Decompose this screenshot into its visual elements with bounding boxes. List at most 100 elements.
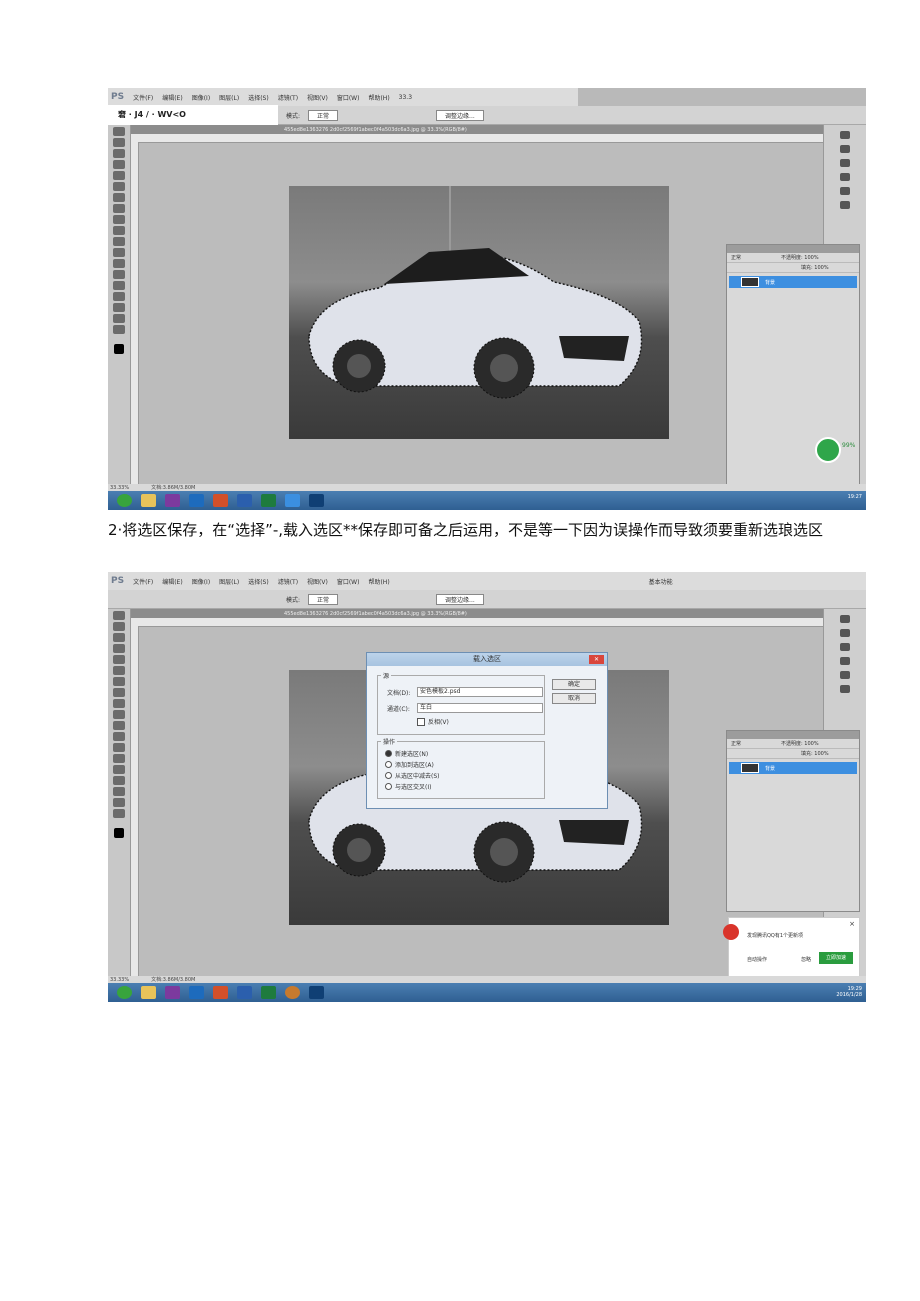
menu-edit[interactable]: 编辑(E) bbox=[162, 93, 182, 102]
menu-edit[interactable]: 编辑(E) bbox=[162, 577, 182, 586]
menu-help[interactable]: 帮助(H) bbox=[368, 93, 389, 102]
menu-image[interactable]: 图像(I) bbox=[192, 93, 210, 102]
menu-window[interactable]: 窗口(W) bbox=[337, 577, 360, 586]
explorer-icon[interactable] bbox=[141, 494, 156, 507]
menu-file[interactable]: 文件(F) bbox=[133, 93, 153, 102]
excel-icon[interactable] bbox=[261, 494, 276, 507]
healing-brush-icon[interactable] bbox=[113, 182, 125, 191]
invert-checkbox[interactable] bbox=[417, 717, 425, 726]
blur-tool-icon[interactable] bbox=[113, 248, 125, 257]
layer-background[interactable]: 背景 bbox=[729, 762, 857, 774]
qq-accelerate-button[interactable]: 立即加速 bbox=[819, 952, 853, 964]
type-tool-icon[interactable] bbox=[113, 765, 125, 774]
layers-panel-tabs[interactable] bbox=[727, 245, 859, 253]
menu-select[interactable]: 选择(S) bbox=[248, 93, 269, 102]
menu-view[interactable]: 视图(V) bbox=[307, 577, 328, 586]
actions-panel-icon[interactable] bbox=[840, 145, 850, 153]
dodge-tool-icon[interactable] bbox=[113, 259, 125, 268]
history-brush-icon[interactable] bbox=[113, 215, 125, 224]
radio-new-selection[interactable]: 新建选区(N) bbox=[385, 749, 428, 758]
type-tool-icon[interactable] bbox=[113, 281, 125, 290]
brush-tool-icon[interactable] bbox=[113, 193, 125, 202]
pen-tool-icon[interactable] bbox=[113, 270, 125, 279]
masks-panel-icon[interactable] bbox=[840, 173, 850, 181]
healing-brush-icon[interactable] bbox=[113, 666, 125, 675]
fill-field[interactable]: 填充: 100% bbox=[801, 264, 829, 271]
qq-ignore-link[interactable]: 忽略 bbox=[801, 956, 811, 963]
onenote-icon[interactable] bbox=[165, 986, 180, 999]
actions-panel-icon[interactable] bbox=[840, 629, 850, 637]
refine-edge-button[interactable]: 调整边缘... bbox=[436, 593, 484, 605]
mode-select[interactable]: 正常 bbox=[308, 109, 339, 121]
onenote-icon[interactable] bbox=[165, 494, 180, 507]
foreground-color-swatch[interactable] bbox=[114, 828, 124, 838]
lasso-tool-icon[interactable] bbox=[113, 138, 125, 147]
blend-mode-select[interactable]: 正常 bbox=[731, 740, 741, 747]
stamp-tool-icon[interactable] bbox=[113, 204, 125, 213]
crop-tool-icon[interactable] bbox=[113, 644, 125, 653]
brushes-panel-icon[interactable] bbox=[840, 187, 850, 195]
powerpoint-icon[interactable] bbox=[213, 494, 228, 507]
foreground-color-swatch[interactable] bbox=[114, 344, 124, 354]
radio-subtract-selection[interactable]: 从选区中减去(S) bbox=[385, 771, 440, 780]
eyedropper-icon[interactable] bbox=[113, 171, 125, 180]
brush-tool-icon[interactable] bbox=[113, 677, 125, 686]
radio-add-selection[interactable]: 添加到选区(A) bbox=[385, 760, 434, 769]
word-icon[interactable] bbox=[237, 494, 252, 507]
info-panel-icon[interactable] bbox=[840, 201, 850, 209]
menu-filter[interactable]: 滤镜(T) bbox=[278, 93, 298, 102]
zoom-tool-icon[interactable] bbox=[113, 809, 125, 818]
lasso-tool-icon[interactable] bbox=[113, 622, 125, 631]
info-panel-icon[interactable] bbox=[840, 685, 850, 693]
channel-select[interactable]: 车白 bbox=[417, 703, 543, 713]
eraser-tool-icon[interactable] bbox=[113, 226, 125, 235]
workspace-essentials[interactable]: 基本功能 bbox=[649, 577, 673, 586]
adjustments-panel-icon[interactable] bbox=[840, 159, 850, 167]
photoshop-taskbar-icon[interactable] bbox=[309, 986, 324, 999]
path-select-icon[interactable] bbox=[113, 776, 125, 785]
document-tab[interactable]: 455ed8e1363276 2d0cf2569f1abec0f4a503dc6… bbox=[130, 609, 824, 618]
crop-tool-icon[interactable] bbox=[113, 160, 125, 169]
fill-field[interactable]: 填充: 100% bbox=[801, 750, 829, 757]
eraser-tool-icon[interactable] bbox=[113, 710, 125, 719]
qq-auto-option[interactable]: 自动操作 bbox=[747, 956, 767, 963]
explorer-icon[interactable] bbox=[141, 986, 156, 999]
menu-view[interactable]: 视图(V) bbox=[307, 93, 328, 102]
dodge-tool-icon[interactable] bbox=[113, 743, 125, 752]
gradient-tool-icon[interactable] bbox=[113, 237, 125, 246]
avatar-app-icon[interactable] bbox=[285, 986, 300, 999]
magic-wand-icon[interactable] bbox=[113, 633, 125, 642]
pen-tool-icon[interactable] bbox=[113, 754, 125, 763]
blend-mode-select[interactable]: 正常 bbox=[731, 254, 741, 261]
ok-button[interactable]: 确定 bbox=[552, 679, 596, 690]
powerpoint-icon[interactable] bbox=[213, 986, 228, 999]
mode-select[interactable]: 正常 bbox=[308, 593, 339, 605]
speed-ball-widget[interactable]: 99% bbox=[814, 436, 862, 466]
stamp-tool-icon[interactable] bbox=[113, 688, 125, 697]
shape-tool-icon[interactable] bbox=[113, 787, 125, 796]
path-select-icon[interactable] bbox=[113, 292, 125, 301]
menu-window[interactable]: 窗口(W) bbox=[337, 93, 360, 102]
outlook-icon[interactable] bbox=[189, 986, 204, 999]
menu-file[interactable]: 文件(F) bbox=[133, 577, 153, 586]
opacity-field[interactable]: 不透明度: 100% bbox=[781, 740, 819, 747]
layer-background[interactable]: 背景 bbox=[729, 276, 857, 288]
masks-panel-icon[interactable] bbox=[840, 657, 850, 665]
star-app-icon[interactable] bbox=[285, 494, 300, 507]
refine-edge-button[interactable]: 调整边缘... bbox=[436, 109, 484, 121]
marquee-tool-icon[interactable] bbox=[113, 127, 125, 136]
cancel-button[interactable]: 取消 bbox=[552, 693, 596, 704]
menu-filter[interactable]: 滤镜(T) bbox=[278, 577, 298, 586]
marquee-tool-icon[interactable] bbox=[113, 611, 125, 620]
close-icon[interactable]: × bbox=[849, 920, 855, 928]
photoshop-taskbar-icon[interactable] bbox=[309, 494, 324, 507]
document-select[interactable]: 安色模板2.psd bbox=[417, 687, 543, 697]
radio-intersect-selection[interactable]: 与选区交叉(I) bbox=[385, 782, 431, 791]
menu-select[interactable]: 选择(S) bbox=[248, 577, 269, 586]
close-icon[interactable]: ✕ bbox=[589, 655, 604, 664]
zoom-field[interactable]: 33.3 bbox=[399, 94, 412, 101]
history-brush-icon[interactable] bbox=[113, 699, 125, 708]
excel-icon[interactable] bbox=[261, 986, 276, 999]
shape-tool-icon[interactable] bbox=[113, 303, 125, 312]
zoom-tool-icon[interactable] bbox=[113, 325, 125, 334]
